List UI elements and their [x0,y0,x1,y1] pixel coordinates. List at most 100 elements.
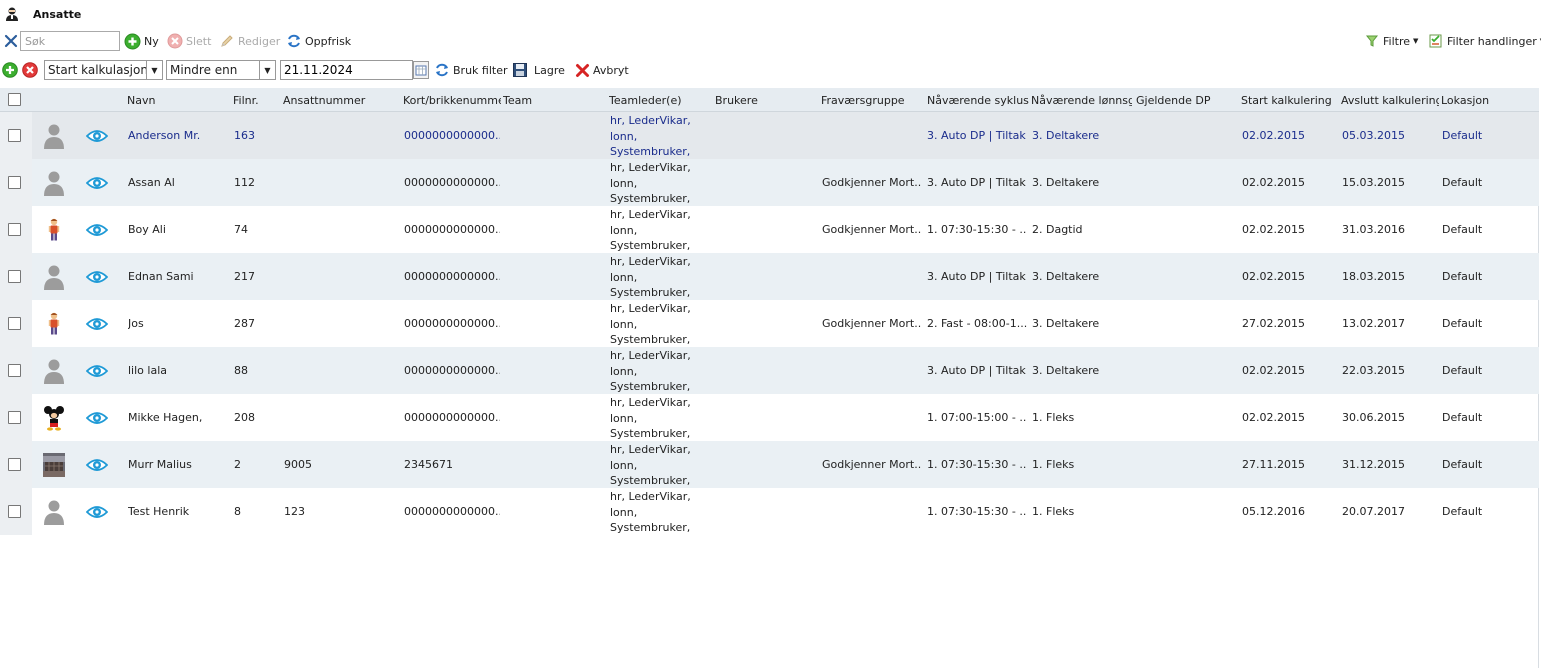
teamleder-line: hr, LederVikar, [610,161,691,174]
row-checkbox[interactable] [8,411,21,424]
calendar-icon[interactable] [413,61,429,79]
person-icon [42,253,66,300]
view-eye-icon[interactable] [86,159,108,206]
cell-filnr: 74 [234,223,248,236]
row-checkbox[interactable] [8,364,21,377]
header-gjeldende-dp[interactable]: Gjeldende DP [1136,88,1240,112]
teamleder-line: Systembruker, [610,521,691,534]
table-row[interactable]: Murr Malius 2 9005 2345671 Godkjenner Mort..… [0,441,1539,488]
cell-teamleder: hr, LederVikar, lonn, Systembruker, [610,441,710,488]
cell-navn: Assan Al [128,176,175,189]
cell-filnr: 287 [234,317,255,330]
refresh-button-label: Oppfrisk [305,34,352,48]
row-checkbox[interactable] [8,176,21,189]
view-eye-icon[interactable] [86,112,108,159]
teamleder-line: Systembruker, [610,145,691,158]
cell-avslutt-kalk: 18.03.2015 [1342,270,1405,283]
view-eye-icon[interactable] [86,488,108,535]
header-lokasjon[interactable]: Lokasjon [1441,88,1537,112]
search-input[interactable] [20,31,120,51]
cell-lonnsgruppe: 1. Fleks [1032,505,1075,518]
delete-icon [167,33,183,49]
cancel-filter-button[interactable]: Avbryt [575,61,629,79]
view-eye-icon[interactable] [86,300,108,347]
view-eye-icon[interactable] [86,441,108,488]
header-lonnsgruppe[interactable]: Nåværende lønnsgru [1031,88,1132,112]
add-icon [124,33,141,49]
person-icon [42,112,66,159]
cell-team [504,253,604,300]
header-fravaersgruppe[interactable]: Fraværsgruppe [821,88,925,112]
table-row[interactable]: Assan Al 112 0000000000000... Godkjenner Mo… [0,159,1539,206]
table-row[interactable]: Anderson Mr. 163 0000000000000... 3. Auto D… [0,112,1539,159]
filter-date-input[interactable] [280,60,413,80]
view-eye-icon[interactable] [86,347,108,394]
header-team[interactable]: Team [503,88,607,112]
row-checkbox[interactable] [8,458,21,471]
cell-navn: Jos [128,317,144,330]
filters-dropdown[interactable]: Filtre ▼ [1364,32,1418,50]
view-eye-icon[interactable] [86,394,108,441]
cell-fravaersgruppe: Godkjenner Mort... [822,458,922,471]
header-filnr[interactable]: Filnr. [233,88,281,112]
cell-teamleder: hr, LederVikar, lonn, Systembruker, [610,112,710,159]
add-filter-icon[interactable] [2,62,18,78]
person-icon [42,488,66,535]
teamleder-line: hr, LederVikar, [610,349,691,362]
cell-brukere [716,347,816,394]
header-navn[interactable]: Navn [127,88,227,112]
table-row[interactable]: Test Henrik 8 123 0000000000000... 1. 07:30-… [0,488,1539,535]
cell-gjeldende-dp [1137,300,1237,347]
teamleder-line: lonn, [610,458,638,472]
apply-filter-button[interactable]: Bruk filter [434,61,508,79]
teamleder-line: lonn, [610,270,638,284]
cell-brukere [716,112,816,159]
cell-ansattnummer [284,253,400,300]
cell-lonnsgruppe: 3. Deltakere [1032,129,1100,142]
cell-kort: 0000000000000... [404,270,500,283]
table-row[interactable]: Ednan Sami 217 0000000000000... 3. Auto DP … [0,253,1539,300]
header-avslutt-kalkulering[interactable]: Avslutt kalkulering [1341,88,1439,112]
cell-kort: 0000000000000... [404,411,500,424]
row-checkbox[interactable] [8,317,21,330]
table-row[interactable]: lilo lala 88 0000000000000... 3. Auto DP | … [0,347,1539,394]
cell-lokasjon: Default [1442,176,1483,189]
header-brukere[interactable]: Brukere [715,88,819,112]
cell-start-kalk: 27.02.2015 [1242,317,1305,330]
new-button[interactable]: Ny [124,32,159,50]
table-row[interactable]: Jos 287 0000000000000... Godkjenner Mort...… [0,300,1539,347]
row-checkbox[interactable] [8,505,21,518]
employee-grid: Navn Filnr. Ansattnummer Kort/brikkenumm… [0,88,1539,668]
refresh-button[interactable]: Oppfrisk [286,32,351,50]
view-eye-icon[interactable] [86,253,108,300]
row-checkbox[interactable] [8,270,21,283]
cell-ansattnummer [284,394,400,441]
header-syklus[interactable]: Nåværende syklus [927,88,1029,112]
person-icon [42,159,66,206]
view-eye-icon[interactable] [86,206,108,253]
apply-filter-label: Bruk filter [453,63,508,77]
select-all-checkbox[interactable] [8,93,21,106]
clear-search-icon[interactable] [4,34,18,48]
header-ansattnummer[interactable]: Ansattnummer [283,88,401,112]
remove-filter-icon[interactable] [22,62,38,78]
row-checkbox[interactable] [8,223,21,236]
filter-field-select[interactable]: Start kalkulasjon ▼ [44,60,163,80]
page-title: Ansatte [33,7,82,21]
table-row[interactable]: Boy Ali 74 0000000000000... Godkjenner Mort… [0,206,1539,253]
filter-actions-dropdown[interactable]: Filter handlinger ▼ [1428,32,1541,50]
edit-button[interactable]: Rediger [219,32,280,50]
cell-start-kalk: 02.02.2015 [1242,270,1305,283]
pencil-icon [221,35,233,47]
header-kort[interactable]: Kort/brikkenummer [403,88,501,112]
delete-button[interactable]: Slett [167,32,211,50]
row-checkbox[interactable] [8,129,21,142]
header-teamleder[interactable]: Teamleder(e) [609,88,713,112]
header-start-kalkulering[interactable]: Start kalkulering [1241,88,1339,112]
save-filter-button[interactable]: Lagre [512,61,565,79]
filter-operator-select[interactable]: Mindre enn ▼ [166,60,276,80]
table-row[interactable]: Mikke Hagen, 208 0000000000000... 1. 07:00-… [0,394,1539,441]
cell-kort: 0000000000000... [404,176,500,189]
teamleder-line: Systembruker, [610,427,691,440]
teamleder-line: hr, LederVikar, [610,208,691,221]
